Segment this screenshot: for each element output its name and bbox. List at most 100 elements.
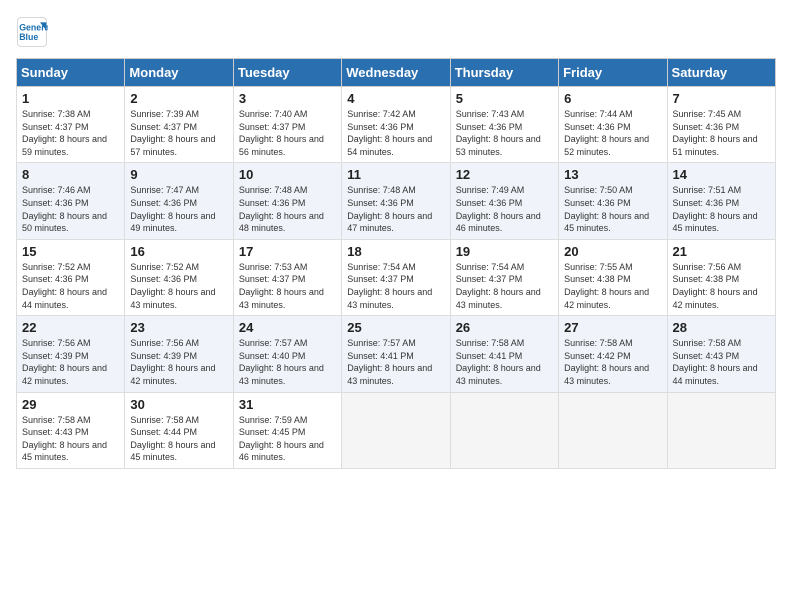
sunset-label: Sunset: 4:44 PM [130,427,197,437]
calendar-day-cell: 17 Sunrise: 7:53 AM Sunset: 4:37 PM Dayl… [233,239,341,315]
sunrise-label: Sunrise: 7:43 AM [456,109,525,119]
day-number: 5 [456,91,553,106]
sunset-label: Sunset: 4:39 PM [22,351,89,361]
weekday-header: Thursday [450,59,558,87]
day-number: 31 [239,397,336,412]
daylight-label: Daylight: 8 hours and 45 minutes. [130,440,215,463]
daylight-label: Daylight: 8 hours and 46 minutes. [456,211,541,234]
calendar-day-cell: 18 Sunrise: 7:54 AM Sunset: 4:37 PM Dayl… [342,239,450,315]
calendar-week-row: 8 Sunrise: 7:46 AM Sunset: 4:36 PM Dayli… [17,163,776,239]
logo-icon: General Blue [16,16,48,48]
day-number: 23 [130,320,227,335]
calendar-day-cell [559,392,667,468]
sunrise-label: Sunrise: 7:42 AM [347,109,416,119]
sunrise-label: Sunrise: 7:58 AM [130,415,199,425]
sunrise-label: Sunrise: 7:58 AM [673,338,742,348]
sunrise-label: Sunrise: 7:52 AM [130,262,199,272]
day-info: Sunrise: 7:56 AM Sunset: 4:39 PM Dayligh… [130,337,227,387]
weekday-header: Friday [559,59,667,87]
daylight-label: Daylight: 8 hours and 45 minutes. [673,211,758,234]
calendar-day-cell: 29 Sunrise: 7:58 AM Sunset: 4:43 PM Dayl… [17,392,125,468]
sunset-label: Sunset: 4:36 PM [130,274,197,284]
daylight-label: Daylight: 8 hours and 54 minutes. [347,134,432,157]
weekday-header: Wednesday [342,59,450,87]
sunset-label: Sunset: 4:37 PM [130,122,197,132]
daylight-label: Daylight: 8 hours and 53 minutes. [456,134,541,157]
day-info: Sunrise: 7:53 AM Sunset: 4:37 PM Dayligh… [239,261,336,311]
day-number: 29 [22,397,119,412]
day-number: 18 [347,244,444,259]
day-info: Sunrise: 7:51 AM Sunset: 4:36 PM Dayligh… [673,184,770,234]
weekday-header: Saturday [667,59,775,87]
day-number: 11 [347,167,444,182]
daylight-label: Daylight: 8 hours and 43 minutes. [239,287,324,310]
sunrise-label: Sunrise: 7:58 AM [564,338,633,348]
sunset-label: Sunset: 4:37 PM [456,274,523,284]
sunset-label: Sunset: 4:36 PM [22,274,89,284]
day-info: Sunrise: 7:55 AM Sunset: 4:38 PM Dayligh… [564,261,661,311]
sunset-label: Sunset: 4:45 PM [239,427,306,437]
sunrise-label: Sunrise: 7:47 AM [130,185,199,195]
svg-text:Blue: Blue [19,32,38,42]
daylight-label: Daylight: 8 hours and 42 minutes. [673,287,758,310]
sunrise-label: Sunrise: 7:58 AM [22,415,91,425]
calendar-day-cell: 2 Sunrise: 7:39 AM Sunset: 4:37 PM Dayli… [125,87,233,163]
calendar-day-cell: 30 Sunrise: 7:58 AM Sunset: 4:44 PM Dayl… [125,392,233,468]
sunrise-label: Sunrise: 7:38 AM [22,109,91,119]
calendar-week-row: 15 Sunrise: 7:52 AM Sunset: 4:36 PM Dayl… [17,239,776,315]
sunset-label: Sunset: 4:37 PM [347,274,414,284]
calendar-day-cell: 16 Sunrise: 7:52 AM Sunset: 4:36 PM Dayl… [125,239,233,315]
day-info: Sunrise: 7:43 AM Sunset: 4:36 PM Dayligh… [456,108,553,158]
weekday-header: Tuesday [233,59,341,87]
sunset-label: Sunset: 4:37 PM [239,274,306,284]
calendar-day-cell: 11 Sunrise: 7:48 AM Sunset: 4:36 PM Dayl… [342,163,450,239]
day-info: Sunrise: 7:39 AM Sunset: 4:37 PM Dayligh… [130,108,227,158]
daylight-label: Daylight: 8 hours and 42 minutes. [564,287,649,310]
sunset-label: Sunset: 4:36 PM [673,198,740,208]
page-header: General Blue [16,16,776,48]
sunrise-label: Sunrise: 7:59 AM [239,415,308,425]
sunset-label: Sunset: 4:43 PM [673,351,740,361]
daylight-label: Daylight: 8 hours and 50 minutes. [22,211,107,234]
day-info: Sunrise: 7:52 AM Sunset: 4:36 PM Dayligh… [22,261,119,311]
calendar-day-cell [342,392,450,468]
calendar-day-cell: 25 Sunrise: 7:57 AM Sunset: 4:41 PM Dayl… [342,316,450,392]
day-number: 1 [22,91,119,106]
day-info: Sunrise: 7:56 AM Sunset: 4:38 PM Dayligh… [673,261,770,311]
calendar-day-cell: 12 Sunrise: 7:49 AM Sunset: 4:36 PM Dayl… [450,163,558,239]
calendar-day-cell: 7 Sunrise: 7:45 AM Sunset: 4:36 PM Dayli… [667,87,775,163]
daylight-label: Daylight: 8 hours and 51 minutes. [673,134,758,157]
calendar-day-cell [667,392,775,468]
daylight-label: Daylight: 8 hours and 52 minutes. [564,134,649,157]
calendar-day-cell: 15 Sunrise: 7:52 AM Sunset: 4:36 PM Dayl… [17,239,125,315]
day-info: Sunrise: 7:52 AM Sunset: 4:36 PM Dayligh… [130,261,227,311]
day-info: Sunrise: 7:42 AM Sunset: 4:36 PM Dayligh… [347,108,444,158]
day-info: Sunrise: 7:49 AM Sunset: 4:36 PM Dayligh… [456,184,553,234]
sunset-label: Sunset: 4:38 PM [673,274,740,284]
logo: General Blue [16,16,52,48]
day-number: 4 [347,91,444,106]
sunrise-label: Sunrise: 7:52 AM [22,262,91,272]
day-info: Sunrise: 7:46 AM Sunset: 4:36 PM Dayligh… [22,184,119,234]
sunset-label: Sunset: 4:42 PM [564,351,631,361]
sunrise-label: Sunrise: 7:58 AM [456,338,525,348]
daylight-label: Daylight: 8 hours and 46 minutes. [239,440,324,463]
day-number: 24 [239,320,336,335]
daylight-label: Daylight: 8 hours and 44 minutes. [22,287,107,310]
weekday-header-row: SundayMondayTuesdayWednesdayThursdayFrid… [17,59,776,87]
sunrise-label: Sunrise: 7:56 AM [22,338,91,348]
weekday-header: Monday [125,59,233,87]
calendar-day-cell: 8 Sunrise: 7:46 AM Sunset: 4:36 PM Dayli… [17,163,125,239]
day-number: 13 [564,167,661,182]
day-number: 10 [239,167,336,182]
sunset-label: Sunset: 4:37 PM [22,122,89,132]
sunset-label: Sunset: 4:36 PM [456,122,523,132]
day-number: 8 [22,167,119,182]
calendar-day-cell: 19 Sunrise: 7:54 AM Sunset: 4:37 PM Dayl… [450,239,558,315]
weekday-header: Sunday [17,59,125,87]
sunrise-label: Sunrise: 7:56 AM [130,338,199,348]
sunrise-label: Sunrise: 7:51 AM [673,185,742,195]
calendar-day-cell: 9 Sunrise: 7:47 AM Sunset: 4:36 PM Dayli… [125,163,233,239]
sunset-label: Sunset: 4:40 PM [239,351,306,361]
day-info: Sunrise: 7:47 AM Sunset: 4:36 PM Dayligh… [130,184,227,234]
